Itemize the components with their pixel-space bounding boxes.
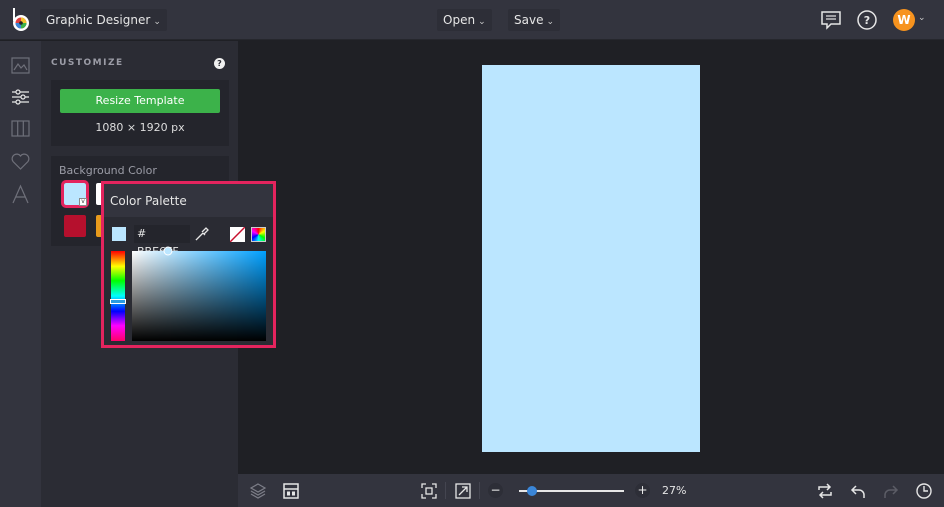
bottom-toolbar: − + 27% xyxy=(238,474,944,507)
save-label: Save xyxy=(514,13,544,27)
chevron-down-icon: ⌄ xyxy=(546,17,555,27)
expand-icon[interactable] xyxy=(454,482,472,500)
no-color-icon[interactable] xyxy=(230,227,245,242)
text-icon[interactable] xyxy=(10,184,31,205)
hue-slider[interactable] xyxy=(110,251,126,341)
swap-icon[interactable] xyxy=(816,482,834,500)
layers-icon[interactable] xyxy=(249,482,267,500)
customize-icon[interactable] xyxy=(10,86,31,107)
tool-rail xyxy=(0,41,41,507)
resize-template-button[interactable]: Resize Template xyxy=(60,89,220,113)
project-menu-label: Graphic Designer xyxy=(46,13,151,27)
chevron-down-icon[interactable]: ⌄ xyxy=(918,13,926,23)
zoom-in-button[interactable]: + xyxy=(635,483,650,498)
hex-prefix: # xyxy=(137,227,147,240)
color-picker-thumb[interactable] xyxy=(163,246,173,256)
spectrum-icon[interactable] xyxy=(251,227,266,242)
template-layout-icon[interactable] xyxy=(282,482,300,500)
project-menu-button[interactable]: Graphic Designer ⌄ xyxy=(40,9,167,31)
undo-icon[interactable] xyxy=(849,482,867,500)
svg-text:?: ? xyxy=(864,14,870,27)
user-avatar[interactable]: W xyxy=(893,9,915,31)
open-label: Open xyxy=(443,13,476,27)
resize-section: Resize Template 1080 × 1920 px xyxy=(51,80,229,146)
current-color-preview xyxy=(112,227,126,241)
eyedropper-icon[interactable] xyxy=(194,226,210,242)
chevron-down-icon: ⌄ xyxy=(153,17,161,27)
artboard[interactable] xyxy=(482,65,700,452)
app-logo-icon[interactable] xyxy=(10,7,32,33)
divider xyxy=(479,482,480,499)
zoom-percentage: 27% xyxy=(662,484,687,497)
hue-slider-thumb[interactable] xyxy=(110,298,126,304)
canvas-area xyxy=(238,41,944,474)
zoom-slider-thumb[interactable] xyxy=(526,486,537,496)
comment-icon[interactable] xyxy=(820,9,842,31)
swatch[interactable] xyxy=(64,215,86,237)
fit-to-screen-icon[interactable] xyxy=(420,482,438,500)
hex-input[interactable]: # BBE6FF xyxy=(134,225,190,258)
help-icon[interactable]: ? xyxy=(856,9,878,31)
swatch-selected[interactable]: v xyxy=(61,180,89,208)
background-color-label: Background Color xyxy=(59,164,157,177)
help-icon[interactable]: ? xyxy=(214,58,225,69)
color-palette-popover: Color Palette # BBE6FF xyxy=(101,181,276,348)
popover-title: Color Palette xyxy=(110,194,187,208)
save-button[interactable]: Save ⌄ xyxy=(508,9,561,31)
photo-icon[interactable] xyxy=(10,55,31,76)
template-dimensions: 1080 × 1920 px xyxy=(95,121,185,134)
saturation-value-picker[interactable] xyxy=(132,246,266,341)
zoom-out-button[interactable]: − xyxy=(488,483,503,498)
chevron-down-icon[interactable]: v xyxy=(79,198,87,206)
redo-icon[interactable] xyxy=(882,482,900,500)
divider xyxy=(445,482,446,499)
history-icon[interactable] xyxy=(915,482,933,500)
chevron-down-icon: ⌄ xyxy=(478,17,486,27)
open-button[interactable]: Open ⌄ xyxy=(437,9,492,31)
zoom-slider[interactable] xyxy=(519,486,624,496)
panel-title: CUSTOMIZE xyxy=(51,58,124,68)
layouts-icon[interactable] xyxy=(10,118,31,139)
popover-header: Color Palette xyxy=(104,184,273,217)
top-bar: Graphic Designer ⌄ Open ⌄ Save ⌄ ? W ⌄ xyxy=(0,0,944,40)
favorites-icon[interactable] xyxy=(10,151,31,172)
